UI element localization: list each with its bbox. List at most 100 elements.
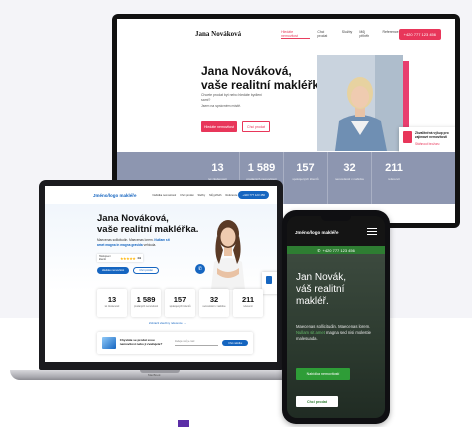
monitor-secondary-button[interactable]: Chci prodat <box>242 121 270 132</box>
monitor-card-text: Zkvalitněná výkup pro zajímavé nemovitos… <box>415 131 453 153</box>
phone-heading-line: Jan Novák, <box>296 272 347 283</box>
laptop-side-card[interactable] <box>262 272 277 294</box>
stat-label: prodaných nemovitostí <box>133 305 159 308</box>
stat-value: 32 <box>209 295 219 304</box>
laptop-agent-photo <box>203 210 253 290</box>
phone-logo[interactable]: Jméno/logo makléře <box>295 230 339 235</box>
stat-label: nemovitostí v nabídce <box>334 177 365 181</box>
laptop-primary-button[interactable]: Hledáte nemovitost <box>97 267 129 274</box>
chat-icon[interactable]: ✆ <box>195 264 205 274</box>
monitor-nav-item[interactable]: Služby <box>342 30 353 39</box>
laptop-nav-links: Nabídka nemovitostí Chci prodat Služby M… <box>153 194 239 197</box>
document-icon <box>403 131 412 143</box>
monitor-phone-button[interactable]: +420 777 123 456 <box>398 28 441 40</box>
monitor-card-link[interactable]: Stáhnout brožuru <box>415 142 453 146</box>
laptop-stat-card: 1 589 prodaných nemovitostí <box>131 289 161 317</box>
laptop-stats-row: 13 let zkušeností 1 589 prodaných nemovi… <box>97 289 263 317</box>
phone-text-highlight: Nullam sit amet <box>296 330 325 336</box>
monitor-nav-item[interactable]: Reference <box>382 30 398 39</box>
stat-label: spokojených klientů <box>292 177 319 181</box>
stat-value: 157 <box>173 295 187 304</box>
rating-label: Hodnocení klientů <box>99 255 111 261</box>
monitor-heading-line: Jana Nováková, <box>201 64 292 78</box>
laptop-nav-item[interactable]: Služby <box>197 194 205 197</box>
laptop-brand-label: MacBook <box>148 373 161 377</box>
stat-value: 13 <box>211 162 224 174</box>
phone-text-part: Maecenas sollicitudin. Maecenas lorem. <box>296 324 371 329</box>
laptop-sell-banner: Chystáte se prodat svou nemovitost nebo … <box>97 332 253 354</box>
house-illustration-icon <box>102 337 116 349</box>
phone-mockup: Jméno/logo makléře ✆ +420 777 123 456 Ja… <box>282 210 390 424</box>
laptop-nav-item[interactable]: Můj příběh <box>209 194 221 197</box>
phone-hero-text: Maecenas sollicitudin. Maecenas lorem. N… <box>296 324 378 342</box>
stat-value: 13 <box>107 295 117 304</box>
stat-value: 157 <box>296 162 315 174</box>
monitor-nav-links: Hledáte nemovitost Chci prodat Služby Mů… <box>281 30 399 39</box>
stat-label: referencí <box>388 177 400 181</box>
monitor-stat: 211 referencí <box>372 152 416 204</box>
phone-notch <box>321 216 351 221</box>
laptop-stat-card: 211 referencí <box>233 289 263 317</box>
laptop-sub-text: Maecenas sollicitudin. Maecenas lorem. <box>97 238 154 242</box>
laptop-stat-card: 13 let zkušeností <box>97 289 127 317</box>
laptop-phone-button[interactable]: +420 777 123 456 <box>238 191 269 199</box>
monitor-hero-subtext: Chcete prodat byt nebo hledáte bydlení s… <box>201 93 271 109</box>
laptop-nav-item[interactable]: Reference <box>226 194 238 197</box>
laptop-nav-item[interactable]: Nabídka nemovitostí <box>153 194 177 197</box>
laptop-references-link[interactable]: Zobrazit všechny reference → <box>149 321 186 325</box>
banner-email-input[interactable]: Zadejte svůj e-mail <box>175 341 219 346</box>
decorative-square <box>178 420 189 427</box>
laptop-stat-card: 32 nemovitostí v nabídce <box>199 289 229 317</box>
laptop-sub-text: vehicula. <box>143 242 157 247</box>
stat-label: let zkušeností <box>104 305 120 308</box>
phone-hero: Jan Novák, váš realitní makléř. Maecenas… <box>287 254 385 418</box>
stat-label: spokojených klientů <box>169 305 191 308</box>
monitor-nav-item[interactable]: Hledáte nemovitost <box>281 30 311 39</box>
laptop-logo[interactable]: Jméno/logo makléře <box>93 193 137 198</box>
monitor-nav-bar: Jana Nováková Hledáte nemovitost Chci pr… <box>117 19 455 49</box>
laptop-mockup: Jméno/logo makléře Nabídka nemovitostí C… <box>39 180 283 370</box>
star-icons: ★★★★★ <box>119 255 136 261</box>
monitor-stat: 32 nemovitostí v nabídce <box>328 152 372 204</box>
laptop-hero-subtext: Maecenas sollicitudin. Maecenas lorem. N… <box>97 238 177 248</box>
phone-primary-button[interactable]: Nabídka nemovitostí <box>296 368 350 380</box>
hamburger-menu-icon[interactable] <box>367 228 377 237</box>
phone-icon: ✆ <box>317 247 321 253</box>
phone-call-bar[interactable]: ✆ +420 777 123 456 <box>287 246 385 254</box>
stat-label: nemovitostí v nabídce <box>202 305 226 308</box>
banner-title: Chystáte se prodat svou nemovitost nebo … <box>119 338 163 346</box>
laptop-hero-heading: Jana Nováková, vaše realitní makléřka. <box>97 213 199 236</box>
monitor-hero-heading: Jana Nováková, vaše realitní makléřka. <box>201 64 330 93</box>
stat-value: 32 <box>343 162 356 174</box>
phone-screen: Jméno/logo makléře ✆ +420 777 123 456 Ja… <box>287 216 385 418</box>
monitor-nav-item[interactable]: Chci prodat <box>317 30 334 39</box>
rating-value: 4.9 <box>137 256 141 260</box>
laptop-nav-bar: Jméno/logo makléře Nabídka nemovitostí C… <box>45 186 277 204</box>
banner-submit-button[interactable]: Chci nabídku <box>222 340 249 346</box>
monitor-sub-line: Chcete prodat byt nebo hledáte bydlení s… <box>201 93 263 103</box>
stat-value: 211 <box>241 295 255 304</box>
laptop-nav-item[interactable]: Chci prodat <box>180 194 193 197</box>
laptop-heading-line: vaše realitní makléřka. <box>97 223 199 235</box>
laptop-screen: Jméno/logo makléře Nabídka nemovitostí C… <box>45 186 277 362</box>
laptop-rating-widget: Hodnocení klientů ★★★★★ 4.9 <box>97 254 143 262</box>
monitor-stat: 157 spokojených klientů <box>284 152 328 204</box>
monitor-heading-line: vaše realitní makléřka. <box>201 77 330 92</box>
monitor-sub-line: Jsem na správném místě. <box>201 103 242 108</box>
phone-number: +420 777 123 456 <box>322 247 355 253</box>
monitor-logo[interactable]: Jana Nováková <box>195 30 241 38</box>
stat-value: 1 589 <box>136 295 156 304</box>
stat-value: 1 589 <box>247 162 276 174</box>
phone-heading-line: makléř. <box>296 296 329 307</box>
monitor-nav-item[interactable]: Můj příběh <box>359 30 375 39</box>
monitor-card-title: Zkvalitněná výkup pro zajímavé nemovitos… <box>415 131 449 140</box>
stat-value: 211 <box>385 162 403 174</box>
laptop-secondary-button[interactable]: Chci prodat <box>133 267 159 274</box>
laptop-stat-card: 157 spokojených klientů <box>165 289 195 317</box>
monitor-agent-photo <box>317 55 403 151</box>
phone-heading-line: váš realitní <box>296 284 345 295</box>
phone-hero-heading: Jan Novák, váš realitní makléř. <box>296 272 346 308</box>
phone-secondary-button[interactable]: Chci prodat <box>296 396 338 407</box>
monitor-primary-button[interactable]: Hledáte nemovitost <box>201 121 237 132</box>
stat-label: referencí <box>243 305 253 308</box>
